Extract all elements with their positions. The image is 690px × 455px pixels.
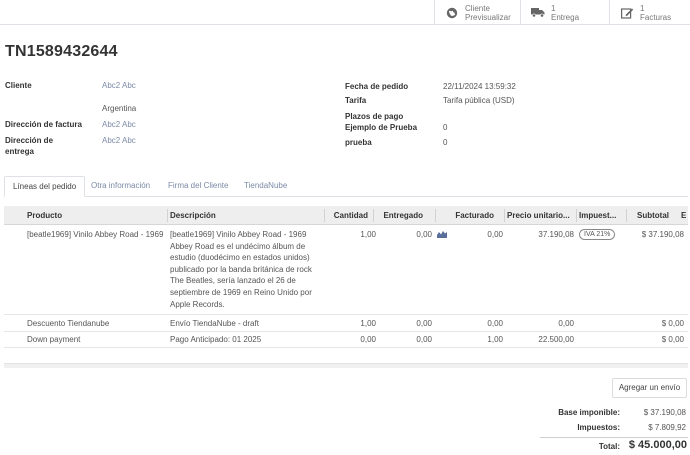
row3-descripcion: Pago Anticipado: 01 2025 <box>170 335 262 344</box>
factura-link[interactable]: Abc2 Abc <box>102 119 136 130</box>
row2-subtotal: $ 0,00 <box>661 319 684 328</box>
delivery-count: 1 <box>551 3 556 13</box>
delivery-button[interactable]: 1 Entrega <box>520 0 609 25</box>
tarifa-value: Tarifa pública (USD) <box>443 96 515 105</box>
row1-descripcion: [beatle1969] Vinilo Abbey Road - 1969 Ab… <box>170 229 312 310</box>
truck-icon <box>531 7 545 19</box>
row3-entregado: 0,00 <box>416 335 432 344</box>
entrega-link[interactable]: Abc2 Abc <box>102 135 136 146</box>
row-divider <box>4 347 688 348</box>
col-subtotal[interactable]: Subtotal <box>628 206 669 225</box>
row3-subtotal: $ 0,00 <box>661 335 684 344</box>
entrega-label: Dirección de entrega <box>5 135 53 157</box>
notebook-tabs: Líneas del pedido Otra información Firma… <box>4 176 688 197</box>
total-label: Total: <box>598 442 620 451</box>
row1-desc-line: septiembre de 1969 en Reino Unido por <box>170 287 312 297</box>
row2-precio: 0,00 <box>558 319 574 328</box>
tax-badge: IVA 21% <box>579 229 616 240</box>
entrega-label-line2: entrega <box>5 147 34 156</box>
tax-value: $ 7.809,92 <box>648 423 686 432</box>
forecast-chart-icon[interactable] <box>437 230 447 240</box>
prueba-label: prueba <box>345 138 372 147</box>
row1-entregado: 0,00 <box>416 230 432 239</box>
ejemplo-label: Ejemplo de Prueba <box>345 123 418 132</box>
preview-label-2: Previsualizar <box>465 12 511 22</box>
base-label: Base imponible: <box>558 408 620 417</box>
row1-desc-line: Abbey Road es el undécimo álbum de <box>170 241 306 251</box>
row1-precio: 37.190,08 <box>538 230 574 239</box>
row-divider <box>4 331 688 332</box>
prueba-value: 0 <box>443 138 448 147</box>
row1-desc-line: publicado por la banda británica de rock <box>170 264 312 274</box>
col-cantidad[interactable]: Cantidad <box>326 206 368 225</box>
cliente-link[interactable]: Abc2 Abc <box>102 80 136 91</box>
col-impuestos[interactable]: Impuest... <box>579 206 625 225</box>
tab-customer-signature[interactable]: Firma del Cliente <box>160 176 236 197</box>
row2-producto: Descuento Tiendanube <box>27 319 110 328</box>
col-producto[interactable]: Producto <box>27 206 62 225</box>
fecha-value: 22/11/2024 13:59:32 <box>443 82 516 91</box>
invoices-button[interactable]: 1 Facturas <box>609 0 690 25</box>
edit-icon <box>620 7 634 19</box>
cliente-country: Argentina <box>102 104 137 113</box>
cliente-label: Cliente <box>5 81 32 90</box>
delivery-label: Entrega <box>551 12 580 22</box>
total-value: $ 45.000,00 <box>628 439 687 451</box>
col-overflow-indicator: E <box>681 211 687 220</box>
add-shipping-button[interactable]: Agregar un envío <box>612 378 687 398</box>
row2-cantidad: 1,00 <box>360 319 376 328</box>
ejemplo-value: 0 <box>443 123 448 132</box>
row-divider <box>4 314 688 315</box>
row1-subtotal: $ 37.190,08 <box>641 230 684 239</box>
preview-button[interactable]: Cliente Previsualizar <box>434 0 520 25</box>
tab-other-info[interactable]: Otra información <box>83 176 158 197</box>
row2-descripcion: Envío TiendaNube - draft <box>170 319 259 328</box>
row1-desc-line: estudio (duodécimo en estados unidos) <box>170 253 310 263</box>
col-entregado[interactable]: Entregado <box>375 206 423 225</box>
col-precio[interactable]: Precio unitario... <box>507 206 577 225</box>
table-header: Producto Descripción Cantidad Entregado … <box>4 206 688 225</box>
page-title: TN1589432644 <box>5 43 118 60</box>
tax-label: Impuestos: <box>577 423 620 432</box>
row1-facturado: 0,00 <box>487 230 503 239</box>
base-value: $ 37.190,08 <box>643 408 686 417</box>
factura-label: Dirección de factura <box>5 120 82 129</box>
row3-producto: Down payment <box>27 335 81 344</box>
plazos-label: Plazos de pago <box>345 112 404 121</box>
col-facturado[interactable]: Facturado <box>437 206 494 225</box>
row3-precio: 22.500,00 <box>538 335 574 344</box>
row1-desc-line: Apple Records. <box>170 299 225 309</box>
row1-cantidad: 1,00 <box>360 230 376 239</box>
tab-order-lines[interactable]: Líneas del pedido <box>4 176 86 197</box>
tab-tiendanube[interactable]: TiendaNube <box>236 176 295 197</box>
row3-cantidad: 0,00 <box>360 335 376 344</box>
row1-desc-line: [beatle1969] Vinilo Abbey Road - 1969 <box>170 230 307 239</box>
row1-desc-line: The Beatles, sería lanzado el 26 de <box>170 276 296 286</box>
row2-facturado: 0,00 <box>487 319 503 328</box>
entrega-label-line1: Dirección de <box>5 136 54 145</box>
row2-entregado: 0,00 <box>416 319 432 328</box>
horizontal-scrollbar[interactable] <box>4 363 688 368</box>
invoices-label: Facturas <box>640 12 672 22</box>
smart-buttons-bar: Cliente Previsualizar 1 Entrega 1 Facturas <box>0 0 690 25</box>
globe-icon <box>445 7 459 19</box>
col-descripcion[interactable]: Descripción <box>170 206 216 225</box>
row1-producto: [beatle1969] Vinilo Abbey Road - 1969 <box>27 230 164 239</box>
tarifa-label: Tarifa <box>345 96 367 105</box>
row3-facturado: 1,00 <box>487 335 503 344</box>
preview-label-1: Cliente <box>465 3 490 13</box>
fecha-label: Fecha de pedido <box>345 82 409 91</box>
invoices-count: 1 <box>640 3 645 13</box>
